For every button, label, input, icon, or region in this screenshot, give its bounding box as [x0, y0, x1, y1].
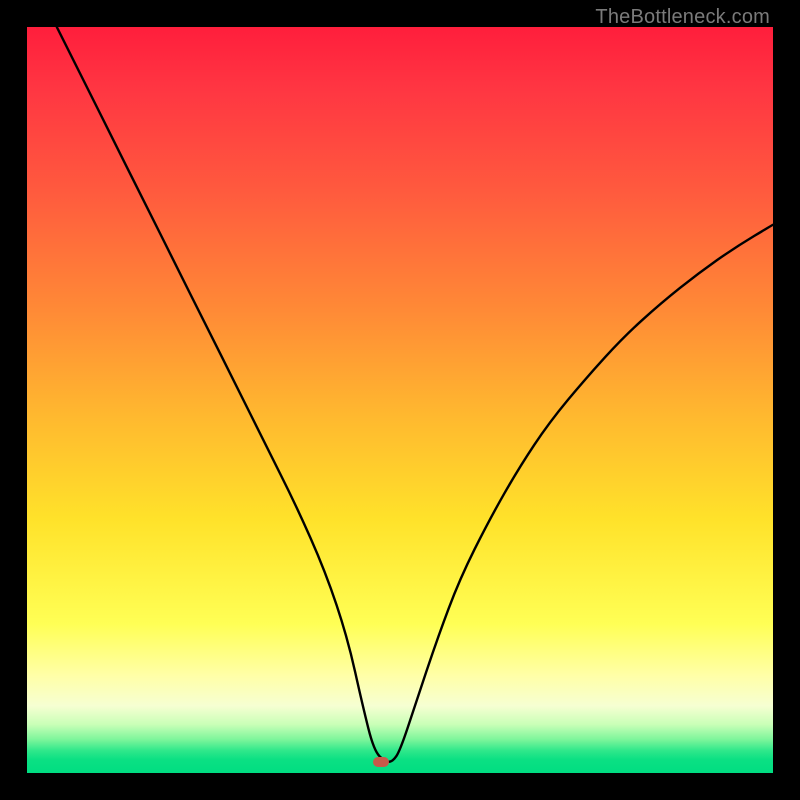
plot-area	[27, 27, 773, 773]
watermark-label: TheBottleneck.com	[595, 6, 770, 29]
chart-frame: TheBottleneck.com	[0, 0, 800, 800]
bottleneck-curve	[27, 27, 773, 773]
optimal-point-marker	[373, 757, 389, 767]
